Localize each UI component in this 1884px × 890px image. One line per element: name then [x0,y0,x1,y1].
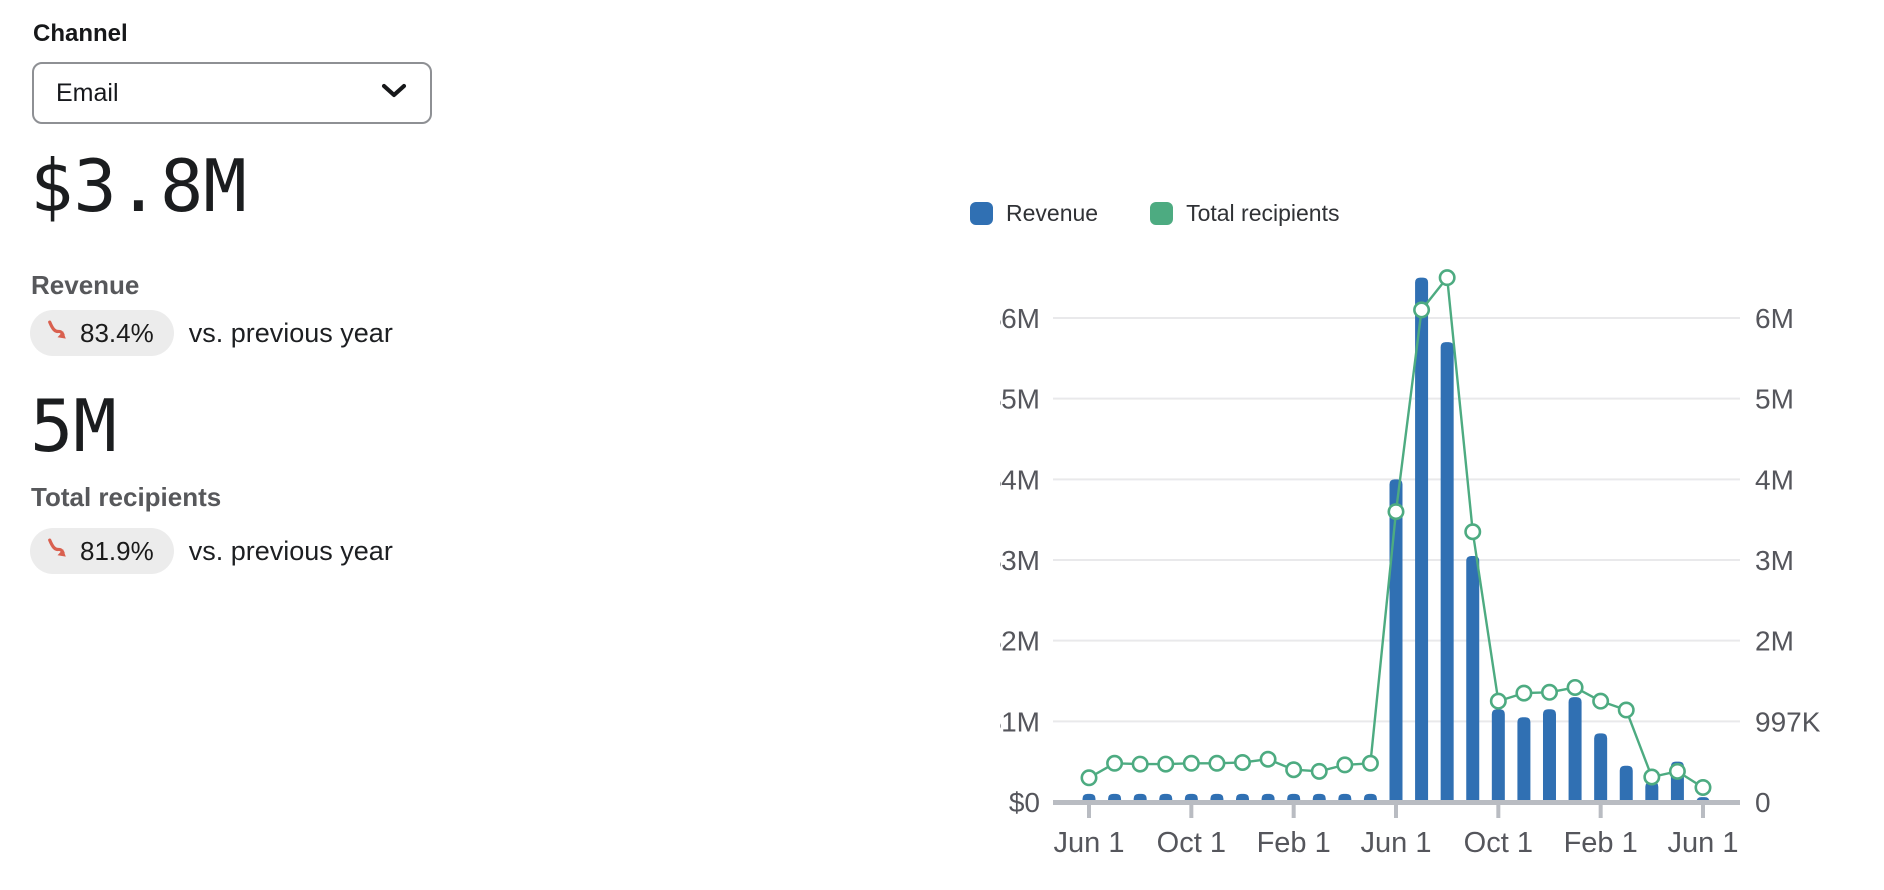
recipients-delta-value: 81.9% [80,536,154,567]
recipients-delta-badge: 81.9% [30,528,174,574]
revenue-metric-value: $3.8M [30,150,247,222]
svg-text:$3M: $3M [1000,545,1040,576]
svg-text:$0: $0 [1009,787,1040,818]
channel-select[interactable]: Email [32,62,432,124]
svg-text:6M: 6M [1755,303,1794,334]
svg-text:Jun 1: Jun 1 [1361,827,1432,859]
channel-select-value: Email [56,79,119,108]
revenue-swatch-icon [970,202,993,225]
svg-text:2M: 2M [1755,626,1794,657]
trend-down-icon [45,318,71,349]
trend-down-icon [45,536,71,567]
revenue-delta-value: 83.4% [80,318,154,349]
revenue-delta-badge: 83.4% [30,310,174,356]
svg-text:$6M: $6M [1000,303,1040,334]
svg-text:Jun 1: Jun 1 [1054,827,1125,859]
recipients-metric-label: Total recipients [31,482,221,513]
channel-label: Channel [33,20,128,48]
legend-item-total-recipients[interactable]: Total recipients [1150,200,1339,227]
svg-text:Oct 1: Oct 1 [1157,827,1226,859]
legend-label-revenue: Revenue [1006,200,1098,227]
svg-text:3M: 3M [1755,545,1794,576]
chart-legend: Revenue Total recipients [970,200,1340,227]
svg-text:5M: 5M [1755,384,1794,415]
email-performance-dashboard: Channel Email $3.8M Revenue 83.4% vs. pr… [0,0,1884,890]
svg-text:$2M: $2M [1000,626,1040,657]
legend-label-total-recipients: Total recipients [1186,200,1339,227]
svg-text:0: 0 [1755,787,1771,818]
revenue-comparison-label: vs. previous year [189,318,393,349]
revenue-metric-label: Revenue [31,270,139,301]
recipients-metric-value: 5M [30,390,117,462]
recipients-comparison-label: vs. previous year [189,536,393,567]
svg-text:4M: 4M [1755,464,1794,495]
revenue-recipients-chart: $0 $1M $2M $3M $4M $5M $6M 0 997K 2M 3M 4M 5M 6M Jun 1… [1000,230,1884,890]
svg-text:Feb 1: Feb 1 [1257,827,1331,859]
recipients-delta-row: 81.9% vs. previous year [30,528,393,574]
svg-text:Jun 1: Jun 1 [1668,827,1739,859]
svg-text:Oct 1: Oct 1 [1464,827,1533,859]
svg-text:$5M: $5M [1000,384,1040,415]
total-recipients-swatch-icon [1150,202,1173,225]
svg-text:997K: 997K [1755,707,1821,738]
chevron-down-icon [380,82,408,105]
svg-text:$1M: $1M [1000,706,1040,737]
legend-item-revenue[interactable]: Revenue [970,200,1098,227]
revenue-delta-row: 83.4% vs. previous year [30,310,393,356]
svg-text:Feb 1: Feb 1 [1564,827,1638,859]
svg-text:$4M: $4M [1000,464,1040,495]
